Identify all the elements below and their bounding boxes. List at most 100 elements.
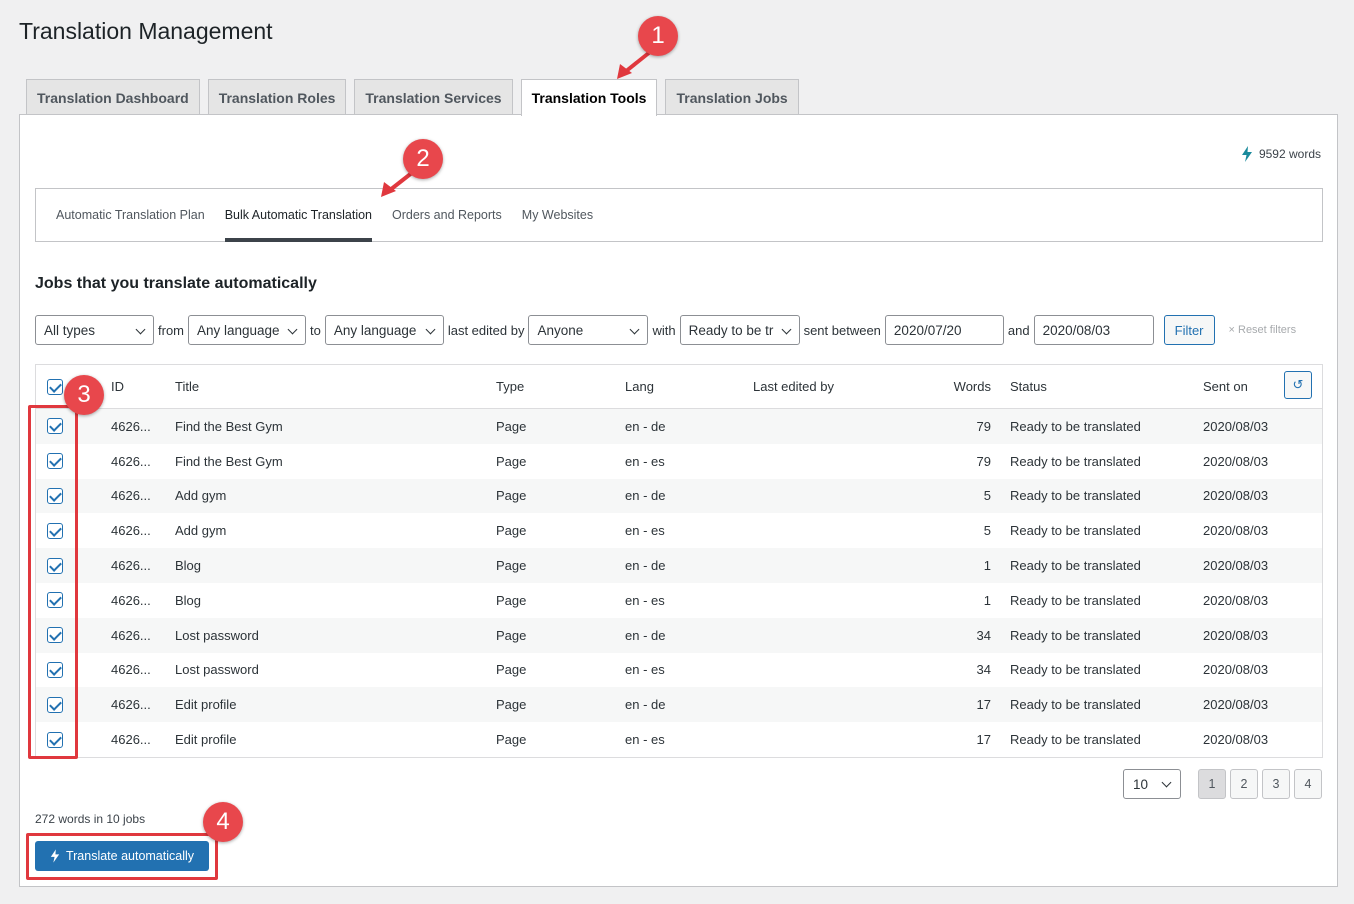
cell-status: Ready to be translated	[1010, 418, 1141, 434]
annotation-badge-2: 2	[403, 139, 443, 179]
cell-title: Find the Best Gym	[175, 418, 283, 434]
cell-status: Ready to be translated	[1010, 627, 1141, 643]
cell-sent-on: 2020/08/03	[1203, 592, 1269, 608]
tab-translation-dashboard[interactable]: Translation Dashboard	[26, 79, 200, 115]
annotation-badge-3: 3	[64, 375, 104, 415]
cell-title: Blog	[175, 558, 202, 574]
cell-title: Edit profile	[175, 697, 237, 713]
tab-translation-tools[interactable]: Translation Tools	[520, 79, 658, 116]
table-row: 4626... Blog Page en - de 1 Ready to be trans…	[36, 548, 1322, 583]
section-title: Jobs that you translate automatically	[35, 275, 317, 292]
arrow-1	[623, 50, 652, 74]
from-label: from	[158, 322, 184, 338]
tab-translation-jobs[interactable]: Translation Jobs	[665, 79, 799, 115]
page-button-2[interactable]: 2	[1230, 769, 1258, 799]
cell-sent-on: 2020/08/03	[1203, 697, 1269, 713]
cell-id: 4626...	[111, 662, 151, 678]
cell-type: Page	[496, 523, 527, 539]
type-select[interactable]: All types	[35, 315, 154, 345]
tools-panel: 9592 words Automatic Translation Plan Bu…	[19, 114, 1338, 887]
header-last-edited-by: Last edited by	[753, 379, 834, 394]
cell-words: 34	[976, 627, 991, 643]
cell-type: Page	[496, 418, 527, 434]
cell-words: 1	[983, 592, 991, 608]
cell-lang: en - es	[625, 523, 665, 539]
cell-sent-on: 2020/08/03	[1203, 732, 1269, 748]
cell-id: 4626...	[111, 558, 151, 574]
cell-lang: en - es	[625, 592, 665, 608]
table-header: ID Title Type Lang Last edited by Words …	[36, 365, 1322, 409]
header-lang: Lang	[625, 379, 654, 394]
cell-title: Edit profile	[175, 732, 237, 748]
date-from-input[interactable]: 2020/07/20	[884, 315, 1004, 345]
last-edited-by-label: last edited by	[447, 322, 525, 338]
table-row: 4626... Add gym Page en - de 5 Ready to be tr…	[36, 478, 1322, 514]
filter-button[interactable]: Filter	[1163, 315, 1215, 345]
cell-sent-on: 2020/08/03	[1203, 558, 1269, 574]
header-id[interactable]: ID	[111, 365, 124, 408]
jobs-table: ID Title Type Lang Last edited by Words …	[35, 364, 1323, 758]
cell-status: Ready to be translated	[1010, 662, 1141, 678]
page-button-1[interactable]: 1	[1198, 769, 1226, 799]
cell-sent-on: 2020/08/03	[1203, 418, 1269, 434]
status-select[interactable]: Ready to be tr	[679, 315, 800, 345]
cell-id: 4626...	[111, 523, 151, 539]
filter-bar: All types from Any language to Any langu…	[35, 315, 1296, 345]
date-to-input[interactable]: 2020/08/03	[1033, 315, 1154, 345]
jobs-summary: 272 words in 10 jobs	[35, 812, 146, 826]
to-language-select[interactable]: Any language	[324, 315, 444, 345]
arrow-1-head	[617, 64, 632, 79]
table-row: 4626... Lost password Page en - de 34 Ready t…	[36, 617, 1322, 653]
cell-status: Ready to be translated	[1010, 488, 1141, 504]
cell-title: Find the Best Gym	[175, 453, 283, 469]
table-row: 4626... Find the Best Gym Page en - de 79 Rea…	[36, 409, 1322, 444]
table-body: 4626... Find the Best Gym Page en - de 79 Rea…	[36, 409, 1322, 757]
subnav-automatic-translation-plan[interactable]: Automatic Translation Plan	[56, 189, 205, 241]
subnav-orders-and-reports[interactable]: Orders and Reports	[392, 189, 502, 241]
cell-type: Page	[496, 592, 527, 608]
header-type: Type	[496, 379, 525, 394]
cell-sent-on: 2020/08/03	[1203, 453, 1269, 469]
cell-title: Blog	[175, 592, 202, 608]
cell-sent-on: 2020/08/03	[1203, 662, 1269, 678]
cell-words: 79	[976, 453, 991, 469]
sent-between-label: sent between	[803, 322, 881, 338]
cell-status: Ready to be translated	[1010, 523, 1141, 539]
reset-filters-link[interactable]: × Reset filters	[1229, 324, 1297, 336]
to-label: to	[310, 322, 321, 338]
tab-translation-services[interactable]: Translation Services	[354, 79, 513, 115]
cell-title: Lost password	[175, 627, 259, 643]
tab-translation-roles[interactable]: Translation Roles	[207, 79, 347, 115]
cell-words: 1	[983, 558, 991, 574]
page-title: Translation Management	[19, 18, 273, 44]
table-row: 4626... Find the Best Gym Page en - es 79 Rea…	[36, 444, 1322, 479]
from-language-select[interactable]: Any language	[188, 315, 306, 345]
subnav-my-websites[interactable]: My Websites	[522, 189, 593, 241]
bolt-icon	[1241, 146, 1252, 162]
cell-title: Add gym	[175, 523, 227, 539]
cell-id: 4626...	[111, 418, 151, 434]
refresh-icon[interactable]: ↺	[1284, 371, 1312, 399]
page-button-3[interactable]: 3	[1262, 769, 1290, 799]
cell-sent-on: 2020/08/03	[1203, 488, 1269, 504]
main-tabs: Translation Dashboard Translation Roles …	[26, 79, 807, 116]
cell-id: 4626...	[111, 627, 151, 643]
cell-lang: en - de	[625, 697, 666, 713]
cell-type: Page	[496, 662, 527, 678]
page-button-4[interactable]: 4	[1294, 769, 1322, 799]
header-title[interactable]: Title	[175, 365, 199, 408]
with-label: with	[652, 322, 676, 338]
editor-select[interactable]: Anyone	[528, 315, 649, 345]
cell-lang: en - de	[625, 558, 666, 574]
cell-type: Page	[496, 697, 527, 713]
cell-words: 5	[983, 488, 991, 504]
cell-sent-on: 2020/08/03	[1203, 523, 1269, 539]
tools-subnav: Automatic Translation Plan Bulk Automati…	[35, 188, 1323, 242]
select-all-checkbox[interactable]	[47, 378, 63, 395]
cell-sent-on: 2020/08/03	[1203, 627, 1269, 643]
per-page-select[interactable]: 10	[1123, 769, 1181, 799]
header-sent-on: Sent on	[1203, 379, 1248, 394]
cell-title: Add gym	[175, 488, 227, 504]
pagination: 1 2 3 4	[1198, 769, 1322, 799]
subnav-bulk-automatic-translation[interactable]: Bulk Automatic Translation	[224, 189, 373, 242]
